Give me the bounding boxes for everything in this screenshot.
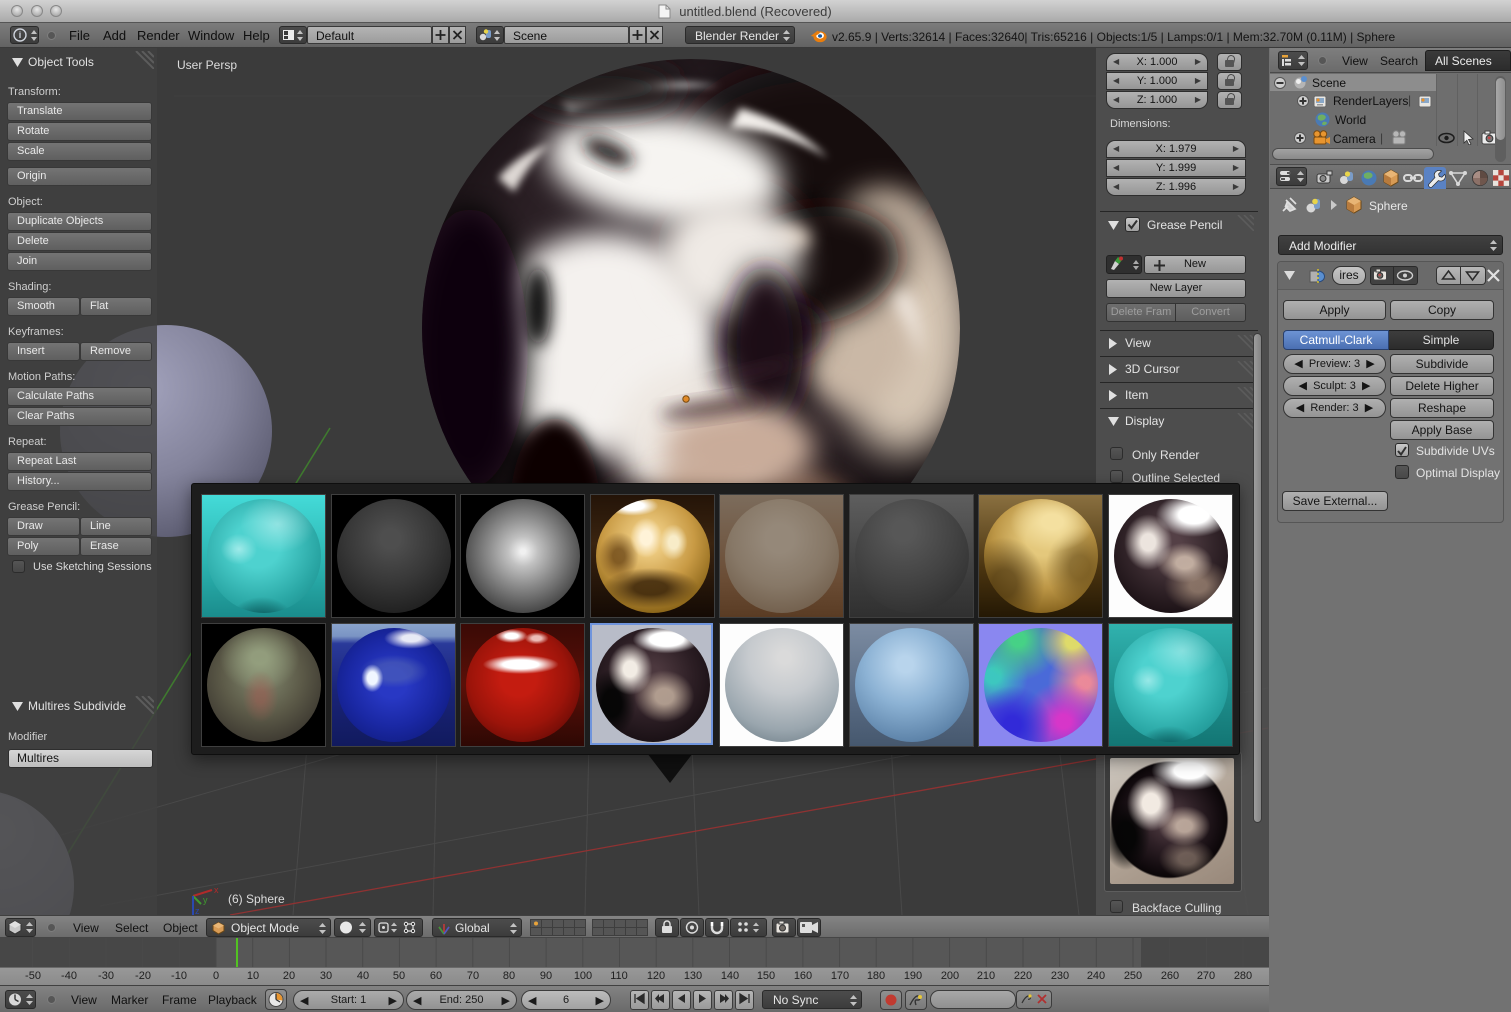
svg-text:z: z [195, 906, 200, 915]
svg-text:x: x [214, 885, 219, 895]
svg-text:y: y [203, 895, 208, 905]
svg-text:i: i [19, 30, 22, 40]
